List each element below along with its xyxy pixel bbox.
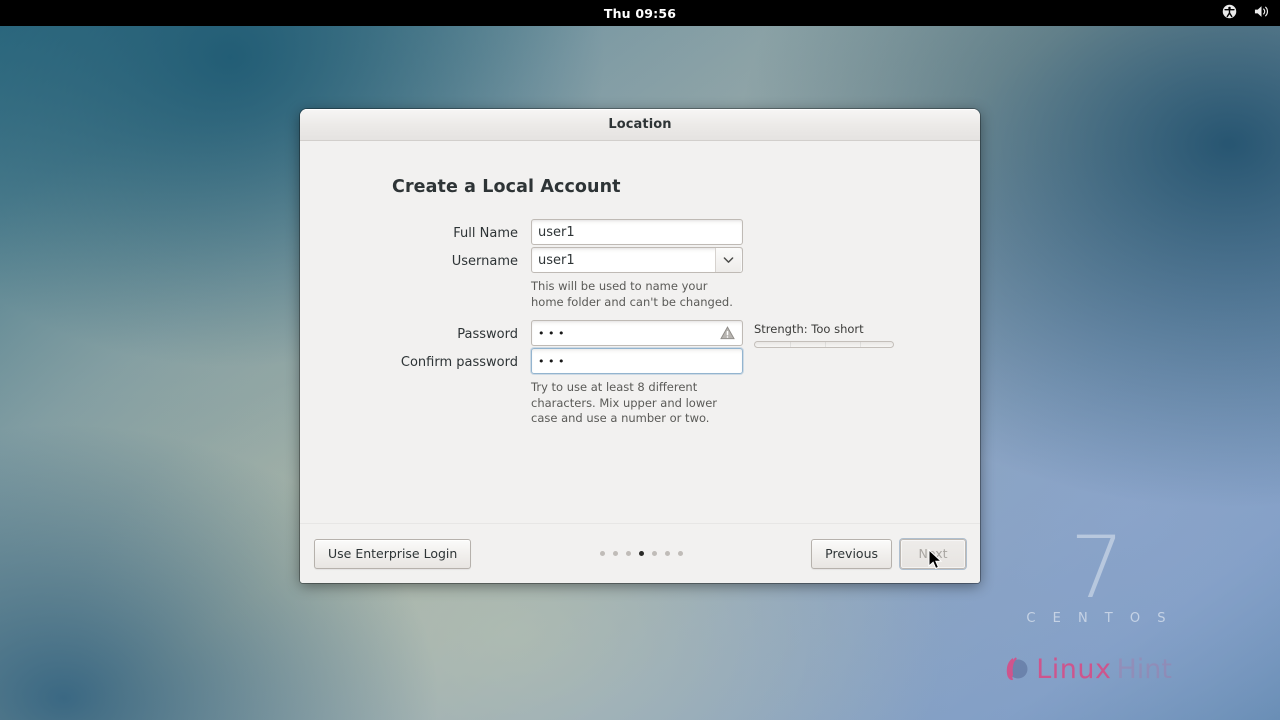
panel-clock[interactable]: Thu 09:56 (0, 6, 1280, 21)
top-panel: Thu 09:56 (0, 0, 1280, 26)
desktop: 7 C E N T O S Linux Hint Thu 09:56 Locat… (0, 0, 1280, 720)
window-titlebar[interactable]: Location (300, 109, 980, 141)
volume-icon[interactable] (1253, 4, 1270, 23)
linux-watermark: Linux Hint (1001, 654, 1172, 684)
accessibility-icon[interactable] (1222, 4, 1237, 23)
password-strength-bar (754, 341, 894, 348)
page-dot (599, 551, 605, 556)
password-strength-aside: Strength: Too short (754, 320, 980, 348)
page-dot-active (638, 551, 644, 556)
username-label: Username (451, 254, 518, 269)
password-value: ••• (538, 327, 568, 339)
confirm-password-value: ••• (538, 355, 568, 367)
full-name-input[interactable]: user1 (531, 219, 743, 245)
linux-logo-icon (1006, 657, 1028, 681)
next-button[interactable]: Next (900, 538, 966, 569)
footer-nav-buttons: Previous Next (811, 538, 966, 569)
setup-content: Create a Local Account Full Name user1 U… (300, 141, 980, 429)
warning-triangle-icon (716, 326, 738, 340)
initial-setup-window: Location Create a Local Account Full Nam… (300, 109, 980, 583)
use-enterprise-login-button[interactable]: Use Enterprise Login (314, 538, 472, 569)
panel-status-area (1222, 4, 1270, 23)
password-strength-label: Strength: Too short (754, 322, 864, 336)
page-dot (664, 551, 670, 556)
chevron-down-icon[interactable] (715, 248, 741, 272)
window-title: Location (608, 117, 672, 132)
page-dot (612, 551, 618, 556)
setup-footer: Use Enterprise Login Previous Next (300, 523, 980, 583)
previous-button[interactable]: Previous (811, 538, 892, 569)
password-field-cell: ••• (531, 320, 743, 346)
username-hint: This will be used to name your home fold… (531, 279, 733, 309)
username-field-cell: user1 This will be used to name your hom… (531, 247, 743, 312)
watermark-text: Linux (1036, 653, 1112, 685)
account-form: Full Name user1 Username user1 This will… (300, 219, 980, 429)
password-strength: Strength: Too short (754, 320, 896, 348)
confirm-password-field-cell: ••• Try to use at least 8 different char… (531, 348, 743, 429)
page-indicator-dots (471, 551, 811, 556)
watermark-fade-text: Hint (1116, 653, 1172, 685)
confirm-password-input[interactable]: ••• (531, 348, 743, 374)
brand-version-number: 7 (1069, 517, 1125, 618)
full-name-label: Full Name (453, 226, 518, 241)
confirm-password-label: Confirm password (400, 355, 518, 370)
page-dot (651, 551, 657, 556)
page-dot (677, 551, 683, 556)
page-title: Create a Local Account (392, 177, 621, 197)
password-label: Password (457, 327, 518, 342)
password-input[interactable]: ••• (531, 320, 743, 346)
form-spacer (300, 312, 980, 320)
page-dot (625, 551, 631, 556)
window-body: Create a Local Account Full Name user1 U… (300, 141, 980, 583)
password-hint: Try to use at least 8 different characte… (531, 380, 718, 425)
centos-brand: 7 C E N T O S (1020, 517, 1172, 626)
brand-name-text: C E N T O S (1026, 611, 1172, 626)
username-value: user1 (538, 252, 575, 268)
full-name-field-cell: user1 (531, 219, 743, 245)
username-combo-input[interactable]: user1 (531, 247, 743, 273)
full-name-value: user1 (538, 224, 575, 240)
